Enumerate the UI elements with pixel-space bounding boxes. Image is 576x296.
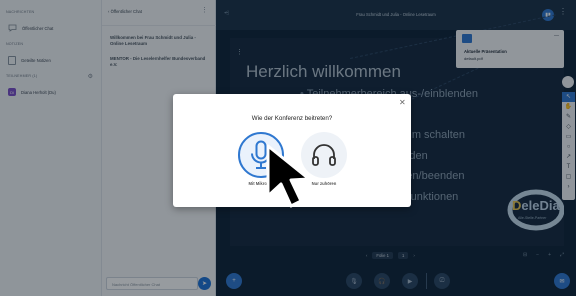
- close-icon[interactable]: ✕: [399, 99, 406, 107]
- app-frame: NACHRICHTEN Öffentlicher Chat NOTIZEN Ge…: [0, 0, 576, 296]
- modal-title: Wie der Konferenz beitreten?: [251, 115, 333, 122]
- mouse-pointer-icon: [266, 144, 311, 208]
